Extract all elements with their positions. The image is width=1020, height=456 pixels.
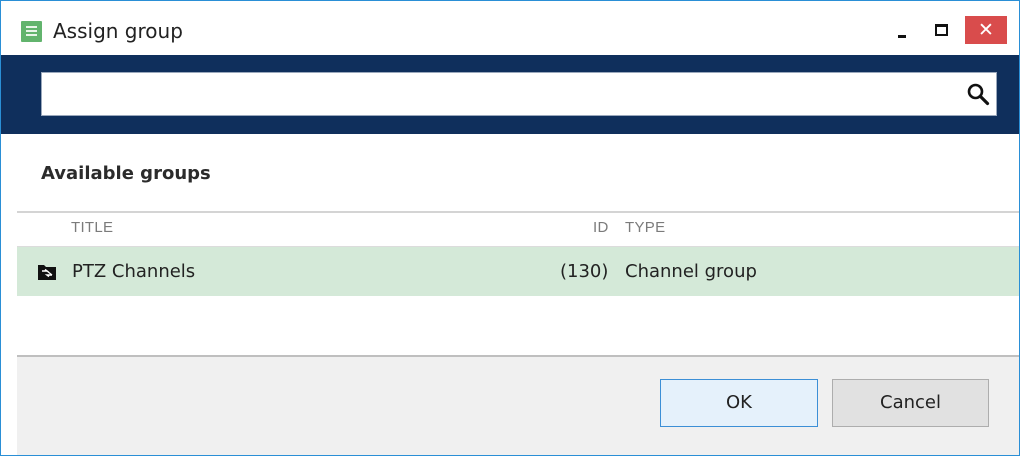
search-box[interactable] (41, 72, 997, 116)
search-icon[interactable] (966, 82, 990, 106)
ok-button[interactable]: OK (660, 379, 818, 427)
window-title: Assign group (53, 19, 183, 43)
table-row[interactable]: PTZ Channels (130) Channel group (17, 247, 1019, 296)
section-title: Available groups (41, 163, 211, 184)
row-type: Channel group (625, 261, 757, 282)
title-bar[interactable]: Assign group ✕ (1, 1, 1019, 55)
table-top-divider (17, 211, 1019, 213)
assign-group-dialog: Assign group ✕ Available groups TITLE ID… (0, 0, 1020, 456)
channel-group-icon (38, 265, 56, 280)
search-input[interactable] (42, 73, 942, 115)
column-header-id[interactable]: ID (593, 219, 609, 236)
close-button[interactable]: ✕ (965, 16, 1007, 44)
row-id: (130) (560, 261, 609, 282)
column-header-type[interactable]: TYPE (625, 219, 665, 236)
minimize-button[interactable] (885, 16, 919, 44)
close-icon: ✕ (978, 19, 994, 41)
column-header-title[interactable]: TITLE (71, 219, 113, 236)
maximize-button[interactable] (923, 16, 957, 44)
row-title: PTZ Channels (72, 261, 196, 282)
dialog-footer: OK Cancel (17, 357, 1019, 455)
cancel-button[interactable]: Cancel (832, 379, 989, 427)
app-icon (21, 21, 42, 42)
search-band (1, 55, 1019, 134)
